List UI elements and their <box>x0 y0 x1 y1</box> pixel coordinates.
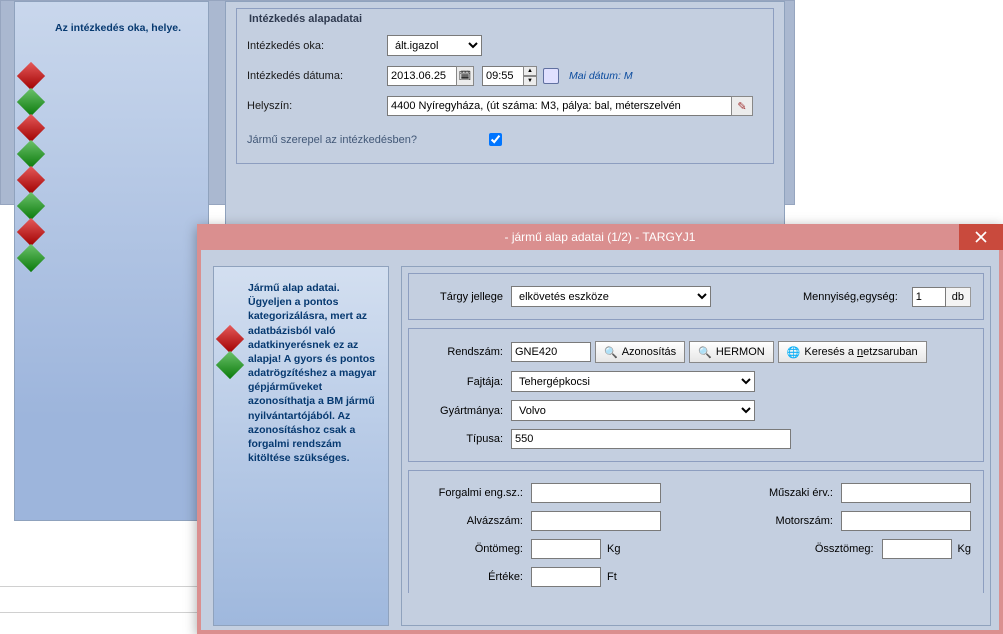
globe-icon: 🌐 <box>787 346 801 359</box>
box-title: Intézkedés alapadatai <box>249 13 763 25</box>
sidebar-help-text: Jármű alap adatai. Ügyeljen a pontos kat… <box>248 281 378 465</box>
make-select[interactable]: Volvo <box>511 400 755 421</box>
step-marker-icon <box>17 244 45 272</box>
gross-field[interactable] <box>882 539 952 559</box>
location-label: Helyszín: <box>247 100 387 112</box>
curb-field[interactable] <box>531 539 601 559</box>
location-picker-button[interactable]: ✎ <box>731 96 753 116</box>
spin-down-icon[interactable]: ▼ <box>523 76 537 86</box>
step-marker-icon <box>17 192 45 220</box>
hermon-button-label: HERMON <box>716 346 765 358</box>
vehicle-in-case-checkbox[interactable] <box>489 133 502 146</box>
vehicle-sidebar: Jármű alap adatai. Ügyeljen a pontos kat… <box>213 266 389 626</box>
reg-label: Forgalmi eng.sz.: <box>421 487 531 499</box>
hermon-button[interactable]: 🔍 HERMON <box>689 341 774 363</box>
close-icon <box>975 231 987 243</box>
netzsaru-button[interactable]: 🌐 Keresés a netzsaruban <box>778 341 927 363</box>
location-field[interactable] <box>387 96 732 116</box>
targy-select[interactable]: elkövetés eszköze <box>511 286 711 307</box>
date-field[interactable] <box>387 66 457 86</box>
calendar-icon: 🗓 <box>459 71 472 82</box>
type-field[interactable] <box>511 429 791 449</box>
search-icon: 🔍 <box>698 346 712 359</box>
kg-unit: Kg <box>607 543 620 555</box>
engine-field[interactable] <box>841 511 971 531</box>
reg-field[interactable] <box>531 483 661 503</box>
tech-field[interactable] <box>841 483 971 503</box>
step-marker-icon <box>17 140 45 168</box>
date-label: Intézkedés dátuma: <box>247 70 387 82</box>
modal-titlebar: - jármű alap adatai (1/2) - TARGYJ1 <box>197 224 1003 250</box>
step-marker-icon <box>17 62 45 90</box>
wand-icon: ✎ <box>737 100 746 113</box>
identify-button[interactable]: 🔍 Azonosítás <box>595 341 685 363</box>
incident-base-box: Intézkedés alapadatai Intézkedés oka: ál… <box>236 8 774 164</box>
curb-label: Öntömeg: <box>421 543 531 555</box>
incident-sidebar: Az intézkedés oka, helye. <box>14 1 209 521</box>
identity-box: Rendszám: 🔍 Azonosítás 🔍 HERMON 🌐 Keresé… <box>408 328 984 462</box>
plate-label: Rendszám: <box>421 346 511 358</box>
value-field[interactable] <box>531 567 601 587</box>
spin-up-icon[interactable]: ▲ <box>523 66 537 76</box>
gross-label: Össztömeg: <box>792 543 882 555</box>
qty-field[interactable] <box>912 287 946 307</box>
step-marker-icon <box>216 351 244 379</box>
qty-unit: db <box>946 287 971 307</box>
step-marker-icon <box>17 114 45 142</box>
kind-select[interactable]: Tehergépkocsi <box>511 371 755 392</box>
calendar-button[interactable]: 🗓 <box>456 66 474 86</box>
object-type-box: Tárgy jellege elkövetés eszköze Mennyisé… <box>408 273 984 320</box>
ft-unit: Ft <box>607 571 617 583</box>
targy-label: Tárgy jellege <box>421 291 511 303</box>
engine-label: Motorszám: <box>751 515 841 527</box>
search-icon: 🔍 <box>604 346 618 359</box>
vehicle-modal: - jármű alap adatai (1/2) - TARGYJ1 Járm… <box>197 224 1003 634</box>
vehicle-content: Tárgy jellege elkövetés eszköze Mennyisé… <box>401 266 991 626</box>
step-marker-icon <box>216 325 244 353</box>
vehicle-in-case-label: Jármű szerepel az intézkedésben? <box>247 134 477 146</box>
step-marker-icon <box>17 166 45 194</box>
sidebar-help-text: Az intézkedés oka, helye. <box>55 22 192 34</box>
chassis-label: Alvázszám: <box>421 515 531 527</box>
type-label: Típusa: <box>421 433 511 445</box>
today-hint: Mai dátum: M <box>569 70 633 82</box>
tech-label: Műszaki érv.: <box>751 487 841 499</box>
plate-field[interactable] <box>511 342 591 362</box>
qty-label: Mennyiség,egység: <box>803 291 906 303</box>
make-label: Gyártmánya: <box>421 405 511 417</box>
reason-label: Intézkedés oka: <box>247 40 387 52</box>
netzsaru-button-label: Keresés a netzsaruban <box>804 346 917 358</box>
modal-title: - jármű alap adatai (1/2) - TARGYJ1 <box>505 230 696 244</box>
close-button[interactable] <box>959 224 1003 250</box>
identify-button-label: Azonosítás <box>622 346 676 358</box>
kind-label: Fajtája: <box>421 376 511 388</box>
value-label: Értéke: <box>421 571 531 583</box>
kg-unit: Kg <box>958 543 971 555</box>
tech-box: Forgalmi eng.sz.: Műszaki érv.: Alvázszá… <box>408 470 984 593</box>
chassis-field[interactable] <box>531 511 661 531</box>
reason-select[interactable]: ált.igazol <box>387 35 482 56</box>
step-marker-icon <box>17 88 45 116</box>
date-helper-icon[interactable] <box>543 68 559 84</box>
incident-window: Az intézkedés oka, helye. Intézkedés ala… <box>0 0 795 205</box>
time-spinner[interactable]: ▲ ▼ <box>523 66 537 86</box>
time-field[interactable] <box>482 66 524 86</box>
step-marker-icon <box>17 218 45 246</box>
